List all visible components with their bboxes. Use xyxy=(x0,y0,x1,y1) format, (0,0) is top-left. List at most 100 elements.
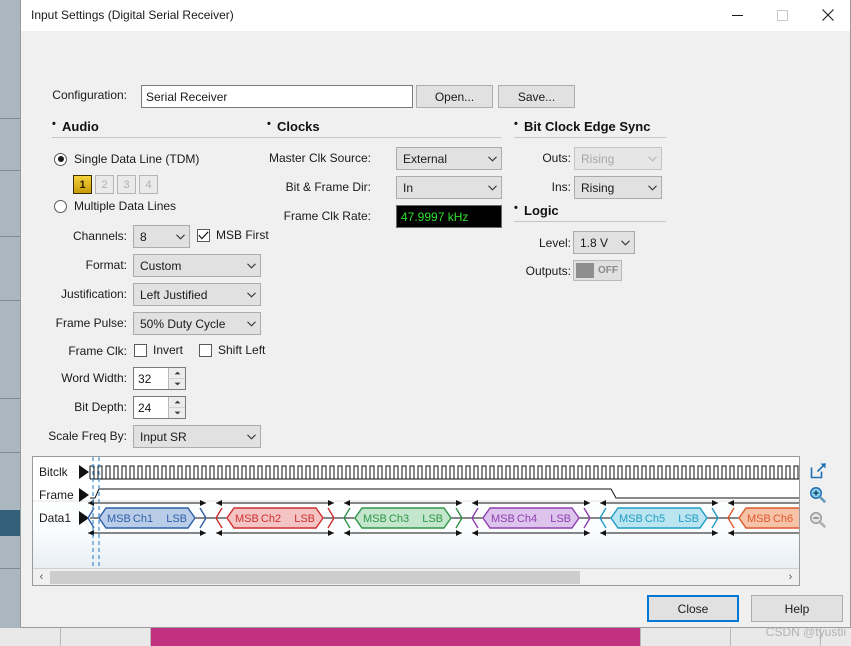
channel-lsb-label: LSB xyxy=(678,513,699,525)
radio-multiple-data-lines[interactable]: Multiple Data Lines xyxy=(54,199,176,213)
outputs-toggle-state: OFF xyxy=(598,265,618,276)
word-width-stepper[interactable]: 32 xyxy=(133,367,186,390)
waveform-channel-ch2[interactable]: MSB Ch2 LSB xyxy=(215,507,335,529)
channel-lsb-label: LSB xyxy=(550,513,571,525)
signal-label-bitclk: Bitclk xyxy=(39,465,69,479)
window-title: Input Settings (Digital Serial Receiver) xyxy=(31,8,234,22)
title-bar: Input Settings (Digital Serial Receiver) xyxy=(21,0,850,31)
word-width-spin-buttons[interactable] xyxy=(168,368,185,389)
close-window-button[interactable] xyxy=(805,0,850,31)
open-button[interactable]: Open... xyxy=(416,85,493,108)
justification-select[interactable]: Left Justified xyxy=(133,283,261,306)
radio-single-data-line[interactable]: Single Data Line (TDM) xyxy=(54,152,199,166)
spin-up-icon[interactable] xyxy=(168,368,185,379)
chevron-right-icon[interactable]: › xyxy=(782,569,799,586)
background-rail-divider xyxy=(0,236,20,237)
channel-name-label: Ch2 xyxy=(261,513,281,525)
chevron-down-icon xyxy=(242,262,260,269)
channel-msb-label: MSB xyxy=(619,513,643,525)
channel-msb-label: MSB xyxy=(235,513,259,525)
zoom-out-icon[interactable] xyxy=(807,509,829,531)
chevron-left-icon[interactable]: ‹ xyxy=(33,569,50,586)
waveform-horizontal-scrollbar[interactable]: ‹ › xyxy=(33,568,799,585)
chevron-down-icon xyxy=(242,433,260,440)
scale-freq-select[interactable]: Input SR xyxy=(133,425,261,448)
outs-value: Rising xyxy=(581,151,615,166)
bit-frame-dir-select[interactable]: In xyxy=(396,176,502,199)
signal-label-data1: Data1 xyxy=(39,511,71,525)
msb-first-label: MSB First xyxy=(216,228,269,242)
spin-up-icon[interactable] xyxy=(168,397,185,408)
scale-freq-label: Scale Freq By: xyxy=(48,429,127,443)
data-line-button-4[interactable]: 4 xyxy=(139,175,158,194)
level-label: Level: xyxy=(538,236,571,250)
channel-lsb-label: LSB xyxy=(422,513,443,525)
bit-frame-dir-label: Bit & Frame Dir: xyxy=(285,180,371,194)
outs-select[interactable]: Rising xyxy=(574,147,662,170)
word-width-value: 32 xyxy=(138,371,152,386)
channel-msb-label: MSB xyxy=(363,513,387,525)
level-value: 1.8 V xyxy=(580,235,609,250)
waveform-panel[interactable]: Bitclk Frame Data1 MSB Ch1 LSB MSB Ch2 L… xyxy=(32,456,800,586)
level-select[interactable]: 1.8 V xyxy=(573,231,635,254)
minimize-button[interactable] xyxy=(715,0,760,31)
chevron-down-icon xyxy=(643,184,661,191)
invert-checkbox[interactable]: Invert xyxy=(134,343,183,357)
channel-name-label: Ch6 xyxy=(773,513,793,525)
background-magenta-bar xyxy=(150,628,640,646)
outs-label: Outs: xyxy=(542,151,571,165)
signal-label-frame: Frame xyxy=(39,488,74,502)
justification-label: Justification: xyxy=(60,287,127,301)
logic-group-header: Logic xyxy=(514,202,666,222)
configuration-input[interactable] xyxy=(141,85,413,108)
chevron-down-icon xyxy=(171,233,189,240)
clocks-group-title: Clocks xyxy=(267,118,501,134)
waveform-channel-ch1[interactable]: MSB Ch1 LSB xyxy=(87,507,207,529)
popout-icon[interactable] xyxy=(807,459,829,481)
channel-lsb-label: LSB xyxy=(166,513,187,525)
zoom-in-icon[interactable] xyxy=(807,484,829,506)
shift-left-box xyxy=(199,343,212,357)
shift-left-checkbox[interactable]: Shift Left xyxy=(199,343,265,357)
help-button[interactable]: Help xyxy=(751,595,843,622)
bit-depth-stepper[interactable]: 24 xyxy=(133,396,186,419)
watermark-text: CSDN @tyustli xyxy=(765,625,846,639)
outputs-toggle[interactable]: OFF xyxy=(573,260,622,281)
waveform-channel-ch3[interactable]: MSB Ch3 LSB xyxy=(343,507,463,529)
msb-first-checkbox[interactable]: MSB First xyxy=(197,228,269,242)
channels-value: 8 xyxy=(140,229,147,244)
close-button[interactable]: Close xyxy=(647,595,739,622)
data-line-button-3[interactable]: 3 xyxy=(117,175,136,194)
channel-name-label: Ch5 xyxy=(645,513,665,525)
chevron-down-icon xyxy=(242,291,260,298)
maximize-button[interactable] xyxy=(760,0,805,31)
audio-group-title: Audio xyxy=(52,118,279,134)
chevron-down-icon xyxy=(242,320,260,327)
data-line-button-1[interactable]: 1 xyxy=(73,175,92,194)
save-button[interactable]: Save... xyxy=(498,85,575,108)
channels-select[interactable]: 8 xyxy=(133,225,190,248)
logic-group-title: Logic xyxy=(514,202,666,218)
ins-select[interactable]: Rising xyxy=(574,176,662,199)
scale-freq-value: Input SR xyxy=(140,429,187,444)
bit-frame-dir-value: In xyxy=(403,180,414,195)
justification-value: Left Justified xyxy=(140,287,208,302)
master-clk-source-label: Master Clk Source: xyxy=(268,151,371,165)
bit-depth-spin-buttons[interactable] xyxy=(168,397,185,418)
invert-box xyxy=(134,343,147,357)
background-grid-line xyxy=(640,628,641,646)
background-grid-line xyxy=(60,628,61,646)
audio-group-rule xyxy=(52,137,279,138)
scrollbar-thumb[interactable] xyxy=(50,571,580,584)
data-line-button-2[interactable]: 2 xyxy=(95,175,114,194)
waveform-channel-ch4[interactable]: MSB Ch4 LSB xyxy=(471,507,591,529)
format-select[interactable]: Custom xyxy=(133,254,261,277)
spin-down-icon[interactable] xyxy=(168,408,185,418)
waveform-channel-ch5[interactable]: MSB Ch5 LSB xyxy=(599,507,719,529)
channel-name-label: Ch4 xyxy=(517,513,537,525)
frame-pulse-select[interactable]: 50% Duty Cycle xyxy=(133,312,261,335)
spin-down-icon[interactable] xyxy=(168,379,185,389)
bit-depth-value: 24 xyxy=(138,400,152,415)
master-clk-source-select[interactable]: External xyxy=(396,147,502,170)
clocks-group-header: Clocks xyxy=(267,118,501,138)
